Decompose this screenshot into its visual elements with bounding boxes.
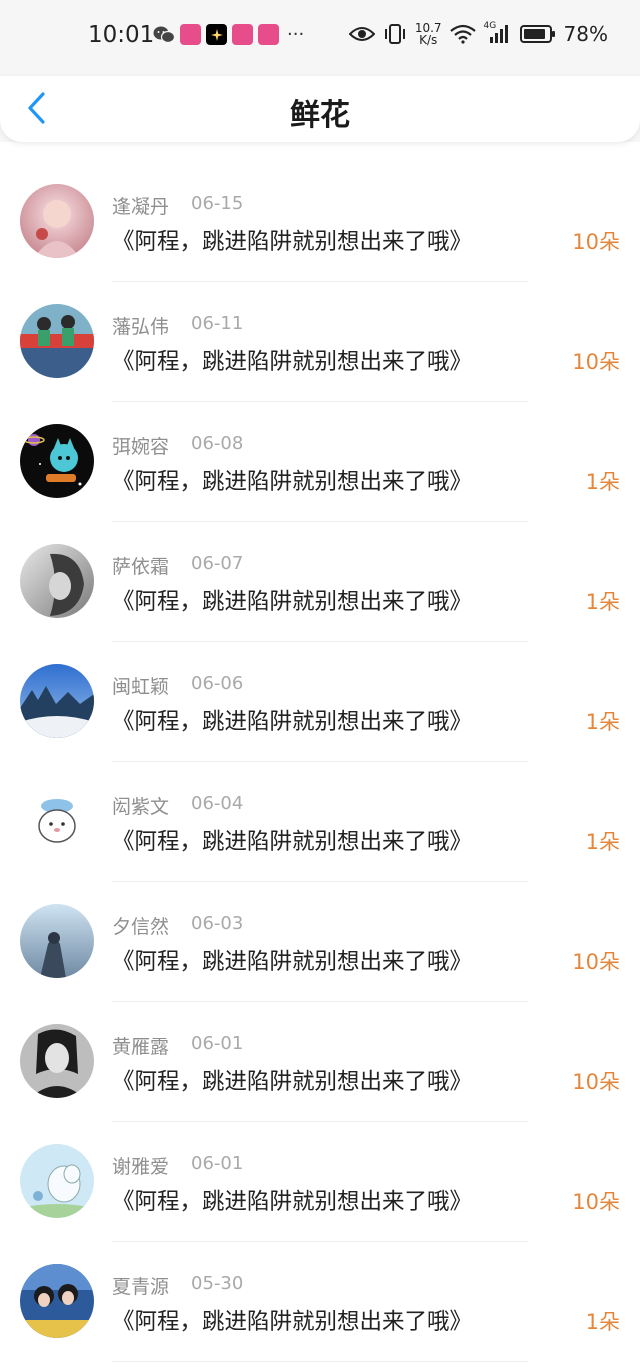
- list-item[interactable]: 闳紫文 06-04 《阿程，跳进陷阱就别想出来了哦》 1朵: [0, 762, 640, 882]
- vibrate-icon: [384, 24, 405, 44]
- gift-message: 《阿程，跳进陷阱就别想出来了哦》: [112, 1309, 473, 1335]
- list-item[interactable]: 夕信然 06-03 《阿程，跳进陷阱就别想出来了哦》 10朵: [0, 882, 640, 1002]
- flower-count: 10朵: [572, 950, 620, 974]
- avatar[interactable]: [20, 784, 94, 858]
- gift-message: 《阿程，跳进陷阱就别想出来了哦》: [112, 1189, 473, 1215]
- wechat-icon: [153, 26, 175, 43]
- sender-name: 谢雅爱: [112, 1156, 170, 1178]
- flower-count: 10朵: [572, 1070, 620, 1094]
- gift-message: 《阿程，跳进陷阱就别想出来了哦》: [112, 1069, 473, 1095]
- sender-name: 闽虹颖: [112, 676, 170, 698]
- avatar[interactable]: [20, 544, 94, 618]
- divider: [112, 1361, 528, 1362]
- sender-name: 夕信然: [112, 916, 170, 938]
- page-title: 鲜花: [290, 98, 350, 133]
- list-item[interactable]: 闽虹颖 06-06 《阿程，跳进陷阱就别想出来了哦》 1朵: [0, 642, 640, 762]
- flower-count: 1朵: [585, 590, 620, 614]
- gift-message: 《阿程，跳进陷阱就别想出来了哦》: [112, 589, 473, 615]
- list-item[interactable]: 萨依霜 06-07 《阿程，跳进陷阱就别想出来了哦》 1朵: [0, 522, 640, 642]
- avatar[interactable]: [20, 304, 94, 378]
- gift-list: 逢凝丹 06-15 《阿程，跳进陷阱就别想出来了哦》 10朵 藩弘伟 06-11…: [0, 142, 640, 1369]
- list-item[interactable]: 弭婉容 06-08 《阿程，跳进陷阱就别想出来了哦》 1朵: [0, 402, 640, 522]
- sent-date: 06-01: [191, 1153, 244, 1174]
- gift-message: 《阿程，跳进陷阱就别想出来了哦》: [112, 229, 473, 255]
- sender-name: 闳紫文: [112, 796, 170, 818]
- battery-icon: [519, 25, 555, 43]
- eye-icon: [348, 27, 375, 41]
- app-notification-icon: [232, 24, 253, 45]
- gift-message: 《阿程，跳进陷阱就别想出来了哦》: [112, 349, 473, 375]
- sent-date: 06-06: [191, 673, 244, 694]
- header-bar: 鲜花: [0, 76, 640, 142]
- list-item[interactable]: 黄雁露 06-01 《阿程，跳进陷阱就别想出来了哦》 10朵: [0, 1002, 640, 1122]
- list-item[interactable]: 藩弘伟 06-11 《阿程，跳进陷阱就别想出来了哦》 10朵: [0, 282, 640, 402]
- wifi-icon: [449, 24, 476, 44]
- gift-message: 《阿程，跳进陷阱就别想出来了哦》: [112, 949, 473, 975]
- signal-icon: [489, 25, 508, 43]
- net-speed: 10.7 K/s: [415, 22, 442, 46]
- gift-message: 《阿程，跳进陷阱就别想出来了哦》: [112, 469, 473, 495]
- sent-date: 06-03: [191, 913, 244, 934]
- sent-date: 06-11: [191, 313, 244, 334]
- sent-date: 06-15: [191, 193, 244, 214]
- avatar[interactable]: [20, 424, 94, 498]
- flower-count: 1朵: [585, 470, 620, 494]
- list-item[interactable]: 逢凝丹 06-15 《阿程，跳进陷阱就别想出来了哦》 10朵: [0, 162, 640, 282]
- avatar[interactable]: [20, 1144, 94, 1218]
- battery-percent: 78%: [563, 22, 608, 46]
- app-notification-icon: [206, 24, 227, 45]
- status-bar: 10:01 ··· 10.7 K/s 4G 78%: [0, 0, 640, 76]
- sender-name: 逢凝丹: [112, 196, 170, 218]
- app-notification-icon: [180, 24, 201, 45]
- gift-message: 《阿程，跳进陷阱就别想出来了哦》: [112, 829, 473, 855]
- flower-count: 10朵: [572, 230, 620, 254]
- avatar[interactable]: [20, 184, 94, 258]
- sent-date: 06-04: [191, 793, 244, 814]
- status-time: 10:01: [88, 22, 155, 48]
- list-item[interactable]: 谢雅爱 06-01 《阿程，跳进陷阱就别想出来了哦》 10朵: [0, 1122, 640, 1242]
- app-notification-icon: [258, 24, 279, 45]
- flower-count: 1朵: [585, 1310, 620, 1334]
- flower-count: 1朵: [585, 830, 620, 854]
- list-item[interactable]: 夏青源 05-30 《阿程，跳进陷阱就别想出来了哦》 1朵: [0, 1242, 640, 1362]
- avatar[interactable]: [20, 664, 94, 738]
- sent-date: 06-01: [191, 1033, 244, 1054]
- sent-date: 06-07: [191, 553, 244, 574]
- avatar[interactable]: [20, 1024, 94, 1098]
- sent-date: 06-08: [191, 433, 244, 454]
- net-speed-unit: K/s: [419, 33, 438, 47]
- sender-name: 夏青源: [112, 1276, 170, 1298]
- sender-name: 弭婉容: [112, 436, 170, 458]
- sent-date: 05-30: [191, 1273, 244, 1294]
- status-right-icons: 10.7 K/s 4G 78%: [348, 21, 608, 46]
- sender-name: 藩弘伟: [112, 316, 170, 338]
- more-notifications-icon: ···: [287, 24, 305, 45]
- sender-name: 黄雁露: [112, 1036, 170, 1058]
- flower-count: 10朵: [572, 350, 620, 374]
- avatar[interactable]: [20, 904, 94, 978]
- notification-icons: ···: [153, 24, 304, 45]
- flower-count: 10朵: [572, 1190, 620, 1214]
- flower-count: 1朵: [585, 710, 620, 734]
- cellular-signal: 4G: [484, 21, 512, 45]
- gift-message: 《阿程，跳进陷阱就别想出来了哦》: [112, 709, 473, 735]
- avatar[interactable]: [20, 1264, 94, 1338]
- sender-name: 萨依霜: [112, 556, 170, 578]
